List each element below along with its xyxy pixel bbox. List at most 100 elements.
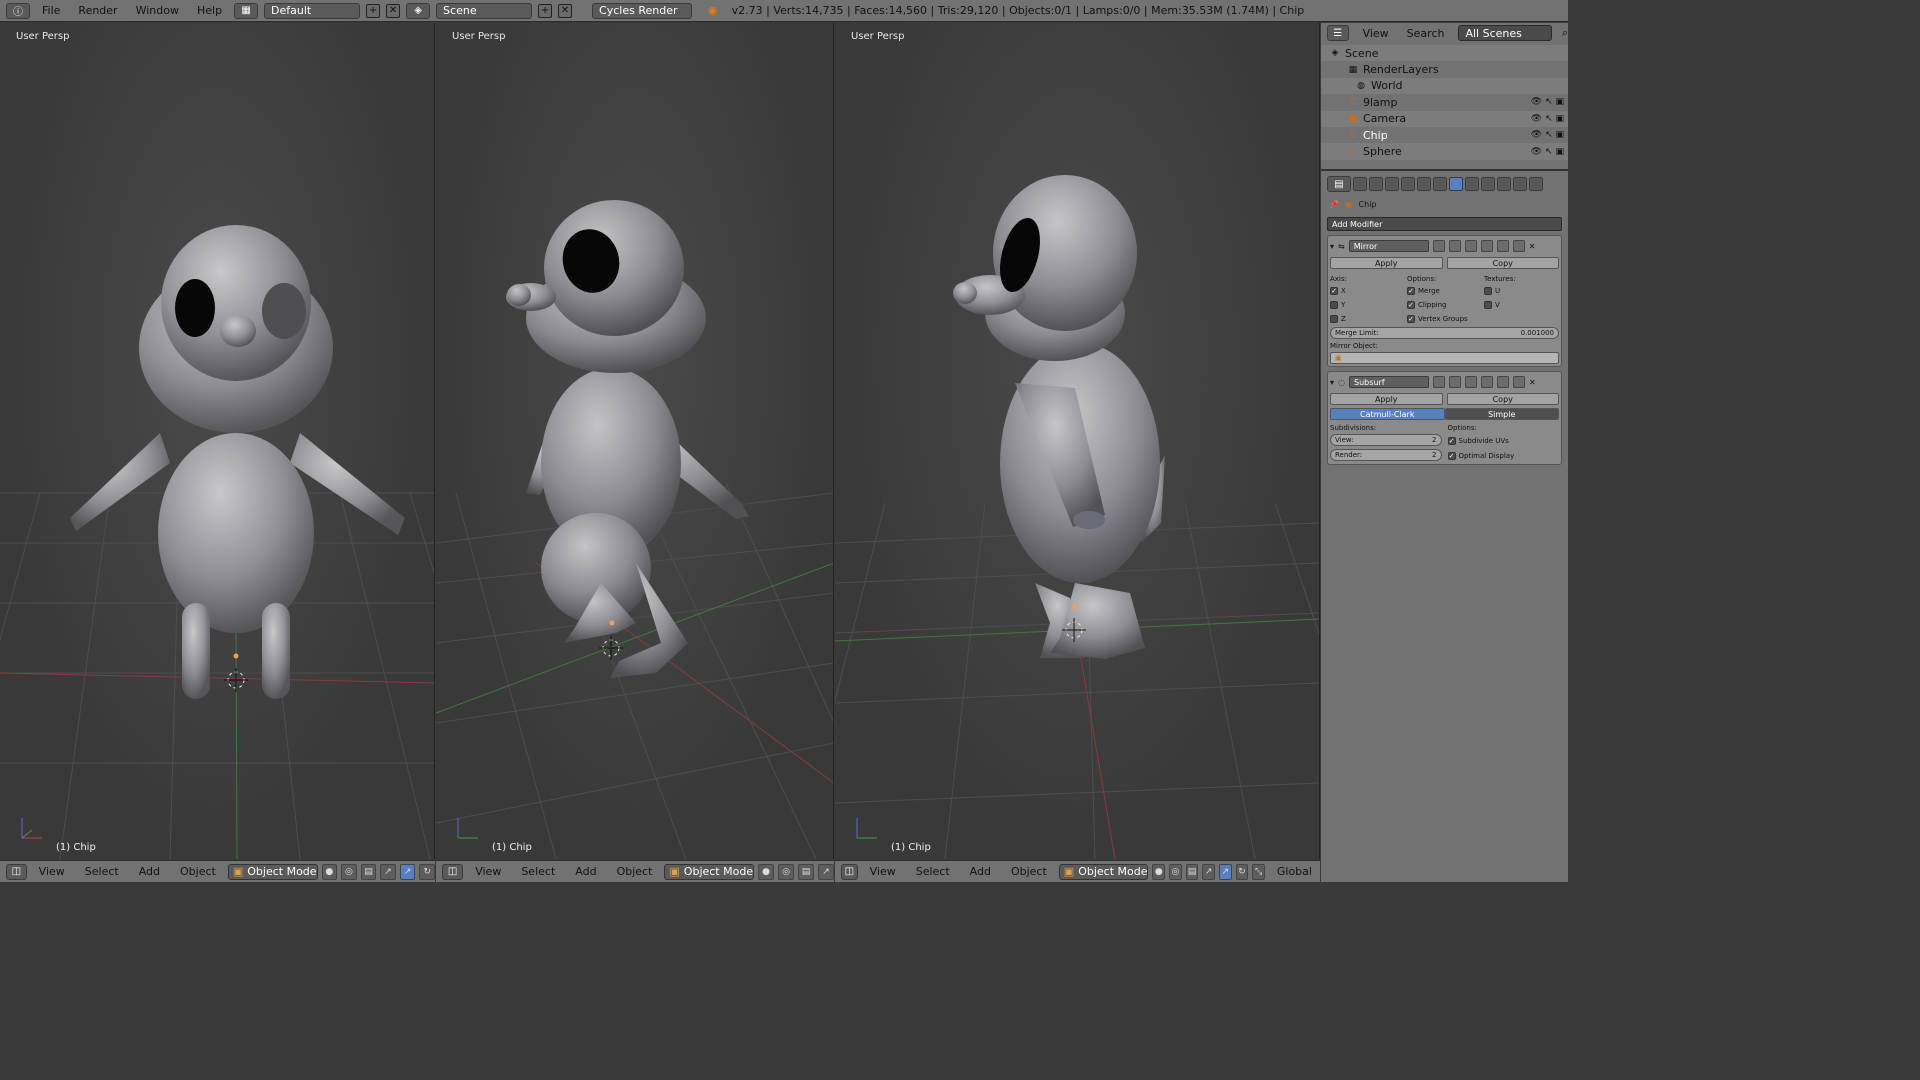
viewport-toggle[interactable] — [1448, 240, 1461, 252]
apply-button[interactable]: Apply — [1330, 393, 1443, 405]
visibility-toggles[interactable]: 👁 ↖ ▣ — [1531, 130, 1564, 140]
outliner-item-chip[interactable]: ▽ Chip 👁 ↖ ▣ — [1321, 127, 1568, 143]
transform-orientation[interactable]: Global — [1269, 865, 1320, 878]
material-tab-icon[interactable] — [1481, 177, 1495, 191]
render-toggle[interactable] — [1465, 376, 1477, 388]
menu-window[interactable]: Window — [130, 4, 185, 17]
close-icon[interactable]: ✕ — [1529, 378, 1536, 387]
outliner-item-camera[interactable]: ■ Camera 👁 ↖ ▣ — [1321, 110, 1568, 127]
scene-selector[interactable]: Scene — [436, 2, 533, 19]
mode-dropdown[interactable]: ▣ Object Mode — [227, 863, 318, 880]
pivot-icon[interactable]: ◎ — [1169, 863, 1182, 880]
merge-limit-field[interactable]: Merge Limit: 0.001000 — [1330, 327, 1559, 339]
subdivide-uvs-checkbox[interactable]: ✓ Subdivide UVs — [1447, 434, 1560, 447]
shading-icon[interactable]: ● — [321, 863, 338, 880]
outliner-item-world[interactable]: ◍ World — [1321, 77, 1568, 95]
menu-object[interactable]: Object — [1003, 865, 1055, 878]
layout-selector[interactable]: Default — [264, 2, 361, 19]
layers-icon[interactable]: ▤ — [360, 863, 377, 880]
shading-icon[interactable]: ● — [1152, 863, 1166, 880]
move-down-icon[interactable] — [1513, 376, 1525, 388]
manipulator-icon[interactable]: ↗ — [1202, 863, 1215, 880]
outliner-editor-icon[interactable]: ☰ — [1327, 25, 1349, 41]
collapse-icon[interactable]: ▾ — [1330, 242, 1334, 251]
view-levels-field[interactable]: View: 2 — [1330, 434, 1442, 446]
mode-dropdown[interactable]: ▣ Object Mode — [1058, 863, 1149, 880]
pivot-icon[interactable]: ◎ — [341, 863, 357, 880]
visibility-toggles[interactable]: 👁 ↖ ▣ — [1531, 114, 1564, 124]
display-mode-dropdown[interactable]: All Scenes — [1458, 25, 1552, 41]
axis-y-checkbox[interactable]: Y — [1330, 298, 1405, 311]
editor-type-icon[interactable]: ◫ — [442, 863, 464, 880]
editmode-toggle[interactable] — [1433, 376, 1445, 388]
info-editor-icon[interactable]: ⓘ — [6, 2, 30, 19]
remove-scene-icon[interactable]: ✕ — [558, 3, 573, 18]
editor-type-icon[interactable]: ◫ — [841, 863, 858, 880]
render-levels-field[interactable]: Render: 2 — [1330, 449, 1442, 461]
menu-file[interactable]: File — [36, 4, 66, 17]
simple-tab[interactable]: Simple — [1444, 408, 1559, 420]
axis-x-checkbox[interactable]: ✓ X — [1330, 284, 1405, 297]
translate-icon[interactable]: ↗ — [399, 863, 416, 880]
move-up-icon[interactable] — [1497, 376, 1509, 388]
apply-button[interactable]: Apply — [1330, 257, 1443, 269]
visibility-toggles[interactable]: 👁 ↖ ▣ — [1531, 97, 1564, 107]
manipulator-icon[interactable]: ↗ — [380, 863, 396, 880]
catmull-clark-tab[interactable]: Catmull-Clark — [1330, 408, 1445, 420]
outliner-item-9lamp[interactable]: ▽ 9lamp 👁 ↖ ▣ — [1321, 94, 1568, 110]
scale-icon[interactable]: ⤡ — [1252, 863, 1265, 880]
editor-type-icon[interactable]: ◫ — [6, 863, 27, 880]
outliner-item-renderlayers[interactable]: ▦ RenderLayers — [1321, 61, 1568, 77]
pivot-icon[interactable]: ◎ — [778, 863, 795, 880]
add-layout-icon[interactable]: + — [366, 3, 381, 18]
viewport-toggle[interactable] — [1449, 376, 1461, 388]
outliner-item-sphere[interactable]: ▽ Sphere 👁 ↖ ▣ — [1321, 143, 1568, 160]
move-up-icon[interactable] — [1496, 240, 1509, 252]
mirror-object-field[interactable]: ▣ — [1330, 352, 1559, 364]
shading-icon[interactable]: ● — [758, 863, 775, 880]
layers-icon[interactable]: ▤ — [1185, 863, 1199, 880]
menu-object[interactable]: Object — [172, 865, 224, 878]
particles-tab-icon[interactable] — [1513, 177, 1527, 191]
properties-editor-icon[interactable]: ▤ — [1327, 176, 1351, 192]
object-tab-icon[interactable] — [1417, 177, 1431, 191]
viewport-perspective[interactable]: User Persp (1) Chip — [436, 23, 834, 859]
viewport-side[interactable]: User Persp (1) Chip — [835, 23, 1320, 859]
merge-checkbox[interactable]: ✓ Merge — [1407, 284, 1482, 297]
modifier-name-field[interactable]: Mirror — [1348, 240, 1429, 252]
axis-z-checkbox[interactable]: Z — [1330, 312, 1405, 325]
editmode-toggle[interactable] — [1432, 240, 1445, 252]
visibility-toggles[interactable]: 👁 ↖ ▣ — [1531, 147, 1564, 157]
add-scene-icon[interactable]: + — [538, 3, 553, 18]
menu-view[interactable]: View — [862, 865, 904, 878]
pin-icon[interactable]: 📌 — [1329, 200, 1339, 209]
render-engine-dropdown[interactable]: Cycles Render — [592, 2, 693, 19]
menu-add[interactable]: Add — [962, 865, 999, 878]
world-tab-icon[interactable] — [1401, 177, 1415, 191]
menu-select[interactable]: Select — [513, 865, 563, 878]
menu-view[interactable]: View — [31, 865, 73, 878]
texture-tab-icon[interactable] — [1497, 177, 1511, 191]
move-down-icon[interactable] — [1512, 240, 1525, 252]
close-icon[interactable]: ✕ — [1529, 242, 1536, 251]
menu-select[interactable]: Select — [908, 865, 958, 878]
scene-selector-icon[interactable]: ◈ — [406, 2, 431, 19]
outliner-menu-view[interactable]: View — [1359, 27, 1393, 40]
menu-help[interactable]: Help — [191, 4, 228, 17]
modifier-name-field[interactable]: Subsurf — [1349, 376, 1429, 388]
search-icon[interactable]: ⌕ — [1562, 26, 1568, 40]
modifiers-tab-icon[interactable] — [1449, 177, 1463, 191]
texture-u-checkbox[interactable]: U — [1484, 284, 1559, 297]
texture-v-checkbox[interactable]: V — [1484, 298, 1559, 311]
layers-icon[interactable]: ▤ — [798, 863, 815, 880]
renderlayers-tab-icon[interactable] — [1369, 177, 1383, 191]
menu-render[interactable]: Render — [72, 4, 123, 17]
menu-add[interactable]: Add — [567, 865, 604, 878]
menu-select[interactable]: Select — [77, 865, 127, 878]
optimal-display-checkbox[interactable]: ✓ Optimal Display — [1447, 449, 1560, 462]
render-tab-icon[interactable] — [1353, 177, 1367, 191]
copy-button[interactable]: Copy — [1446, 257, 1559, 269]
mode-dropdown[interactable]: ▣ Object Mode — [664, 863, 755, 880]
physics-tab-icon[interactable] — [1529, 177, 1543, 191]
remove-layout-icon[interactable]: ✕ — [386, 3, 401, 18]
